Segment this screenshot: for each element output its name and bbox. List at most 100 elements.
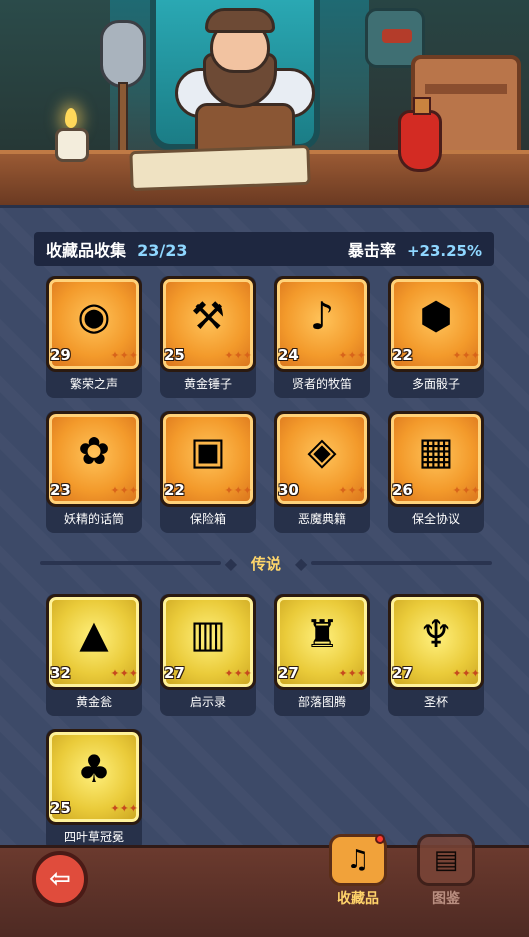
star-icon: ✦	[356, 349, 366, 362]
star-icon: ✦	[347, 484, 357, 497]
shovel-icon	[100, 20, 146, 88]
collection-title-group: 收藏品收集 23/23	[46, 237, 187, 261]
collectible-card[interactable]: ▣ 22 ✦ ✦ ✦ 保险箱	[160, 411, 256, 533]
star-rating: ✦ ✦ ✦	[452, 668, 480, 679]
back-arrow-icon: ⇦	[49, 864, 71, 894]
item-level: 27	[164, 664, 185, 682]
candle-icon	[55, 128, 89, 162]
dwarf-hair	[205, 8, 275, 33]
codex-tab-icon-wrap: ▤	[417, 834, 475, 886]
item-name: 黄金瓮	[75, 695, 112, 709]
star-rating: ✦ ✦ ✦	[224, 668, 252, 679]
star-rating: ✦ ✦ ✦	[110, 668, 138, 679]
back-button[interactable]: ⇦	[32, 851, 88, 907]
collectible-card[interactable]: ⬢ 22 ✦ ✦ ✦ 多面骰子	[388, 276, 484, 398]
star-icon: ✦	[128, 484, 138, 497]
collectible-card[interactable]: ◉ 29 ✦ ✦ ✦ 繁荣之声	[46, 276, 142, 398]
item-level: 25	[50, 799, 71, 817]
star-icon: ✦	[347, 667, 357, 680]
book-icon: ▤	[433, 845, 459, 875]
star-icon: ✦	[128, 349, 138, 362]
demon-book-icon: ◈	[307, 429, 337, 473]
star-icon: ✦	[461, 349, 471, 362]
star-icon: ✦	[356, 667, 366, 680]
candle-flame-icon	[65, 108, 77, 128]
star-icon: ✦	[224, 484, 234, 497]
golden-urn-icon: ▲	[79, 612, 109, 656]
crit-rate-label: 暴击率	[347, 241, 396, 260]
bottom-bar: ⇦ ♫ 收藏品 ▤ 图鉴	[0, 834, 529, 937]
item-level: 30	[278, 481, 299, 499]
item-name: 繁荣之声	[69, 377, 118, 391]
star-icon: ✦	[242, 667, 252, 680]
star-rating: ✦ ✦ ✦	[224, 485, 252, 496]
collectible-card[interactable]: ✿ 23 ✦ ✦ ✦ 妖精的话筒	[46, 411, 142, 533]
clover-crown-icon: ♣	[76, 747, 112, 791]
collection-tab-label: 收藏品	[337, 891, 379, 907]
flute-icon: ♪	[309, 294, 335, 338]
divider-line	[311, 561, 493, 565]
star-icon: ✦	[470, 349, 480, 362]
notification-dot	[375, 834, 385, 844]
collectible-card[interactable]: ♆ 27 ✦ ✦ ✦ 圣杯	[388, 594, 484, 716]
star-icon: ✦	[110, 349, 120, 362]
collectible-card[interactable]: ♪ 24 ✦ ✦ ✦ 贤者的牧笛	[274, 276, 370, 398]
star-rating: ✦ ✦ ✦	[452, 485, 480, 496]
item-level: 25	[164, 346, 185, 364]
crit-rate-group: 暴击率 +23.25%	[348, 237, 482, 261]
star-icon: ✦	[110, 802, 120, 815]
left-shelf	[0, 0, 110, 150]
star-icon: ✦	[224, 349, 234, 362]
treasure-chest-icon: ▣	[190, 429, 226, 473]
collectible-card[interactable]: ♣ 25 ✦ ✦ ✦ 四叶草冠冕	[46, 729, 142, 851]
star-icon: ✦	[233, 667, 243, 680]
star-icon: ✦	[119, 667, 129, 680]
star-icon: ✦	[110, 667, 120, 680]
star-icon: ✦	[470, 667, 480, 680]
collection-tab[interactable]: ♫ 收藏品	[323, 834, 393, 914]
hammer-icon: ⚒	[190, 294, 226, 338]
star-icon: ✦	[338, 349, 348, 362]
legend-divider: ◆ 传说 ◆	[40, 553, 493, 573]
grail-icon: ♆	[418, 612, 454, 656]
item-level: 27	[278, 664, 299, 682]
red-potion-icon	[398, 97, 442, 172]
star-icon: ✦	[242, 349, 252, 362]
item-level: 22	[164, 481, 185, 499]
codex-tab[interactable]: ▤ 图鉴	[411, 834, 481, 914]
star-rating: ✦ ✦ ✦	[110, 485, 138, 496]
collection-panel: 收藏品收集 23/23 暴击率 +23.25% ◉ 29 ✦ ✦ ✦ 繁荣之声 ⚒ 25 ✦ ✦ ✦…	[0, 205, 529, 851]
collectible-card[interactable]: ⚒ 25 ✦ ✦ ✦ 黄金锤子	[160, 276, 256, 398]
treasure-map	[129, 144, 311, 192]
star-rating: ✦ ✦ ✦	[224, 350, 252, 361]
star-rating: ✦ ✦ ✦	[338, 485, 366, 496]
star-icon: ✦	[356, 484, 366, 497]
collectible-card[interactable]: ▦ 26 ✦ ✦ ✦ 保全协议	[388, 411, 484, 533]
star-icon: ✦	[338, 667, 348, 680]
star-icon: ✦	[338, 484, 348, 497]
divider-line	[40, 561, 221, 565]
spirit-orb-icon: ◉	[77, 294, 111, 338]
item-name: 圣杯	[423, 695, 448, 709]
item-level: 23	[50, 481, 71, 499]
star-icon: ✦	[452, 349, 462, 362]
collectible-card[interactable]: ▲ 32 ✦ ✦ ✦ 黄金瓮	[46, 594, 142, 716]
star-icon: ✦	[224, 667, 234, 680]
codex-tab-label: 图鉴	[432, 891, 460, 907]
star-icon: ✦	[452, 667, 462, 680]
fairy-microphone-icon: ✿	[78, 429, 110, 473]
item-level: 32	[50, 664, 71, 682]
divider-diamond-icon: ◆	[224, 553, 237, 573]
collectible-card[interactable]: ▥ 27 ✦ ✦ ✦ 启示录	[160, 594, 256, 716]
star-rating: ✦ ✦ ✦	[452, 350, 480, 361]
star-icon: ✦	[452, 484, 462, 497]
dice-icon: ⬢	[419, 294, 453, 338]
star-icon: ✦	[119, 484, 129, 497]
item-name: 恶魔典籍	[297, 512, 346, 526]
collection-header: 收藏品收集 23/23 暴击率 +23.25%	[34, 232, 494, 266]
star-icon: ✦	[110, 484, 120, 497]
collectible-card[interactable]: ◈ 30 ✦ ✦ ✦ 恶魔典籍	[274, 411, 370, 533]
collectible-card[interactable]: ♜ 27 ✦ ✦ ✦ 部落图腾	[274, 594, 370, 716]
item-name: 黄金锤子	[183, 377, 232, 391]
item-level: 29	[50, 346, 71, 364]
